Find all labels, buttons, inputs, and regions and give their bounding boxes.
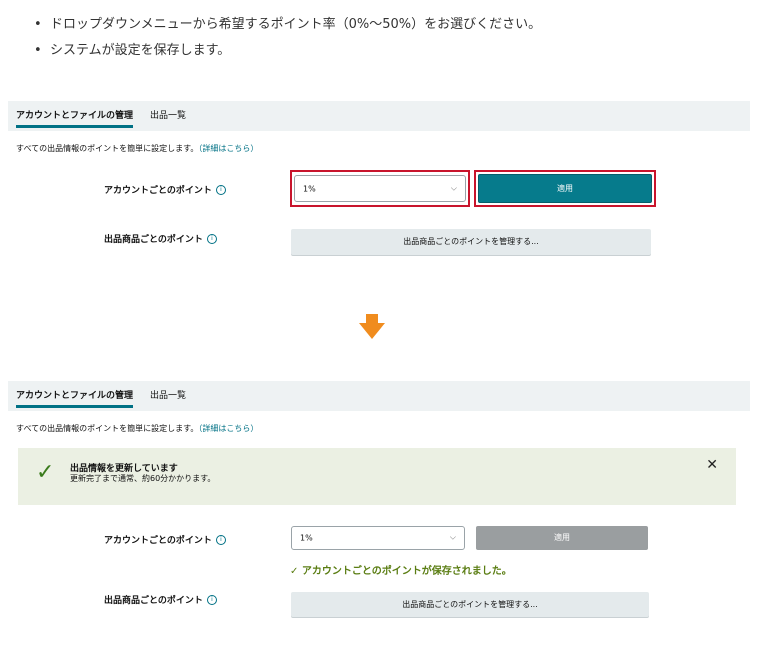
account-points-label: アカウントごとのポイント i — [104, 533, 226, 546]
tab-bar: アカウントとファイルの管理 出品一覧 — [8, 101, 750, 131]
tab-listings[interactable]: 出品一覧 — [150, 381, 186, 411]
tab-label: アカウントとファイルの管理 — [16, 391, 134, 401]
details-link[interactable]: （詳細はこちら） — [198, 424, 258, 433]
account-points-select[interactable]: 1% ⌵ — [294, 175, 466, 202]
update-alert: ✓ 出品情報を更新しています 更新完了まで通常、約60分かかります。 ✕ — [18, 448, 736, 505]
bullet: • — [34, 17, 42, 32]
active-tab-underline — [16, 405, 134, 408]
down-arrow-icon — [359, 314, 385, 339]
tab-account-file-management[interactable]: アカウントとファイルの管理 — [16, 381, 134, 411]
page-description: すべての出品情報のポイントを簡単に設定します。（詳細はこちら） — [16, 423, 258, 434]
active-tab-underline — [16, 125, 134, 128]
chevron-down-icon: ⌵ — [450, 183, 457, 192]
description-text: すべての出品情報のポイントを簡単に設定します。 — [16, 424, 199, 433]
description-text: すべての出品情報のポイントを簡単に設定します。 — [16, 144, 199, 153]
apply-label: 適用 — [557, 184, 573, 193]
account-points-select[interactable]: 1% ⌵ — [291, 526, 465, 550]
info-circle-icon[interactable]: i — [215, 184, 226, 195]
manage-button-label: 出品商品ごとのポイントを管理する... — [402, 600, 538, 609]
chevron-down-icon: ⌵ — [449, 532, 456, 542]
instruction-item: • システムが設定を保存します。 — [34, 38, 541, 64]
info-circle-icon[interactable]: i — [206, 594, 217, 605]
instruction-text: ドロップダウンメニューから希望するポイント率（0%～50%）をお選びください。 — [50, 17, 542, 32]
account-points-label: アカウントごとのポイント i — [104, 183, 226, 196]
listing-points-label: 出品商品ごとのポイント i — [104, 232, 217, 245]
alert-body: 更新完了まで通常、約60分かかります。 — [70, 474, 216, 483]
check-icon: ✓ — [36, 460, 55, 485]
tab-label: 出品一覧 — [150, 391, 187, 401]
manage-button-label: 出品商品ごとのポイントを管理する... — [403, 237, 539, 246]
apply-button[interactable]: 適用 — [478, 174, 652, 203]
tab-bar: アカウントとファイルの管理 出品一覧 — [8, 381, 750, 411]
tab-account-file-management[interactable]: アカウントとファイルの管理 — [16, 101, 134, 131]
instruction-list: • ドロップダウンメニューから希望するポイント率（0%～50%）をお選びください。… — [34, 12, 541, 64]
tab-listings[interactable]: 出品一覧 — [150, 101, 186, 131]
tab-label: アカウントとファイルの管理 — [16, 111, 134, 121]
label-text: 出品商品ごとのポイント — [104, 596, 203, 606]
bullet: • — [34, 43, 42, 58]
tab-label: 出品一覧 — [150, 111, 187, 121]
info-circle-icon[interactable]: i — [215, 534, 226, 545]
apply-button[interactable]: 適用 — [476, 526, 648, 550]
select-value: 1% — [300, 533, 313, 543]
instruction-item: • ドロップダウンメニューから希望するポイント率（0%～50%）をお選びください。 — [34, 12, 541, 38]
label-text: 出品商品ごとのポイント — [104, 235, 203, 245]
label-text: アカウントごとのポイント — [104, 186, 212, 196]
apply-label: 適用 — [554, 533, 570, 542]
label-text: アカウントごとのポイント — [104, 536, 212, 546]
details-link[interactable]: （詳細はこちら） — [198, 144, 258, 153]
page-description: すべての出品情報のポイントを簡単に設定します。（詳細はこちら） — [16, 143, 258, 154]
manage-listing-points-button[interactable]: 出品商品ごとのポイントを管理する... — [291, 229, 651, 255]
select-value: 1% — [303, 184, 316, 193]
close-icon[interactable]: ✕ — [706, 457, 718, 473]
listing-points-label: 出品商品ごとのポイント i — [104, 593, 217, 606]
info-circle-icon[interactable]: i — [206, 233, 217, 244]
saved-confirmation: ✓ アカウントごとのポイントが保存されました。 — [290, 566, 512, 577]
manage-listing-points-button[interactable]: 出品商品ごとのポイントを管理する... — [291, 592, 649, 617]
instruction-text: システムが設定を保存します。 — [50, 43, 231, 58]
